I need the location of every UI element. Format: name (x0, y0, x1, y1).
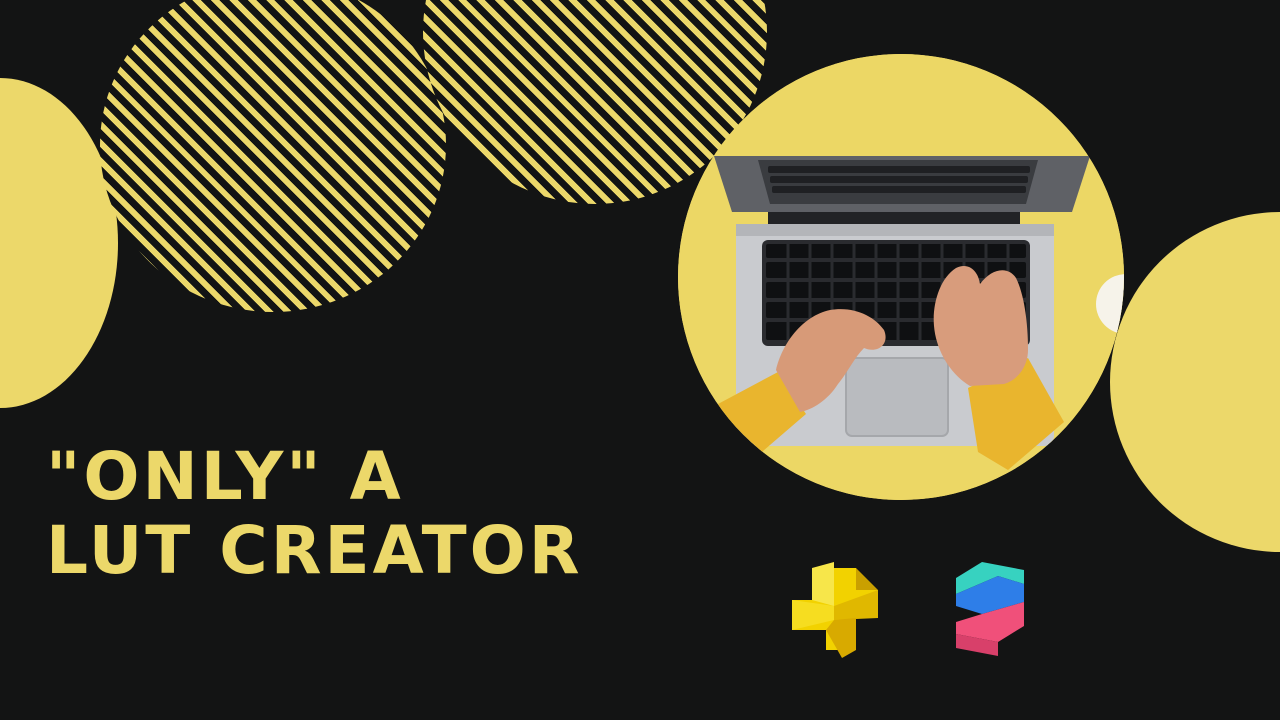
laptop-photo (678, 54, 1124, 500)
headline-line-1: "ONLY" A (46, 438, 404, 515)
headline: "ONLY" A LUT CREATOR (46, 440, 583, 588)
spline-s-logo-icon (956, 562, 1024, 656)
striped-circle-left (100, 0, 446, 312)
laptop-illustration (678, 54, 1124, 500)
spark-ar-logo-icon (792, 562, 878, 658)
thumbnail-canvas: "ONLY" A LUT CREATOR (0, 0, 1280, 720)
right-yellow-circle (1110, 212, 1280, 552)
headline-line-2: LUT CREATOR (46, 512, 583, 589)
laptop-trackpad (845, 357, 949, 437)
